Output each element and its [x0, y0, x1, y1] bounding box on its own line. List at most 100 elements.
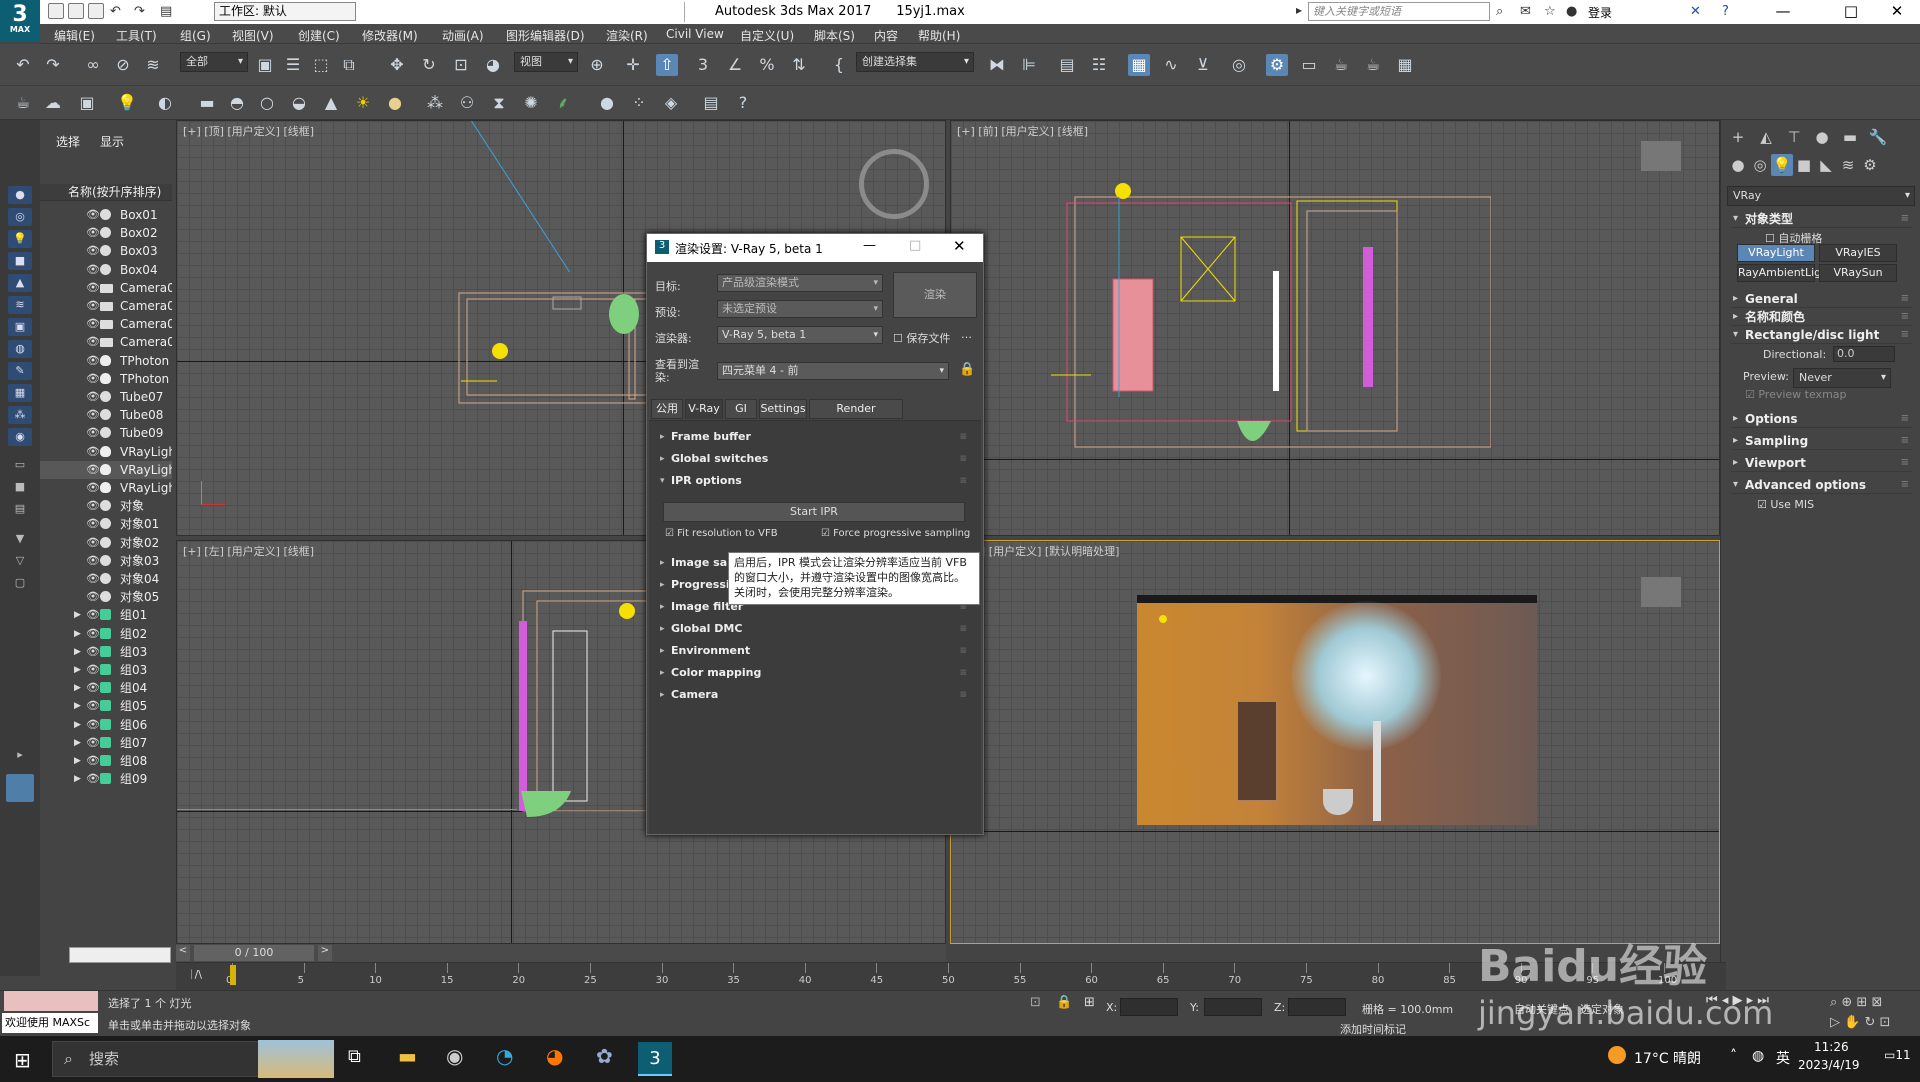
- expand-triangle-icon[interactable]: ▶: [74, 606, 81, 624]
- viewport-layout-icon[interactable]: [6, 774, 34, 802]
- display-helpers-icon[interactable]: ▲: [8, 274, 32, 292]
- create-tab-icon[interactable]: +: [1727, 126, 1749, 148]
- tab-gi[interactable]: GI: [725, 399, 757, 419]
- filter-icon[interactable]: ▼: [8, 530, 32, 548]
- spacewarps-icon[interactable]: ≋: [1837, 154, 1859, 176]
- scene-group-item[interactable]: ▶ 👁 组08: [40, 752, 172, 770]
- pivot-center-icon[interactable]: ⊕: [586, 54, 608, 76]
- scene-item[interactable]: 👁 Camera0: [40, 315, 172, 333]
- scale-icon[interactable]: ⊡: [450, 54, 472, 76]
- unlink-icon[interactable]: ⊘: [112, 54, 134, 76]
- display-containers-icon[interactable]: ▦: [8, 384, 32, 402]
- display-tab-icon[interactable]: ▬: [1839, 126, 1861, 148]
- display-none-icon[interactable]: ▭: [8, 456, 32, 474]
- scene-group-item[interactable]: ▶ 👁 组04: [40, 679, 172, 697]
- menu-edit[interactable]: 编辑(E): [54, 27, 95, 44]
- weather-icon[interactable]: [1608, 1046, 1626, 1064]
- section-color-mapping[interactable]: Color mapping: [655, 664, 973, 682]
- signin-link[interactable]: 登录: [1588, 4, 1612, 21]
- user-icon[interactable]: ●: [1566, 4, 1577, 19]
- menu-scripting[interactable]: 脚本(S): [814, 27, 855, 44]
- scene-group-item[interactable]: ▶ 👁 组01: [40, 606, 172, 624]
- rotate-icon[interactable]: ↻: [418, 54, 440, 76]
- use-mis-checkbox[interactable]: ☑ Use MIS: [1757, 498, 1814, 511]
- name-column-header[interactable]: 名称(按升序排序): [40, 184, 172, 201]
- view-dropdown[interactable]: 四元菜单 4 - 前: [717, 362, 949, 380]
- save-file-icon[interactable]: [88, 3, 104, 19]
- viewcube-icon[interactable]: [1641, 141, 1681, 171]
- tab-render-elements[interactable]: Render Elements: [809, 399, 903, 433]
- viewport-perspective[interactable]: ] [用户定义] [默认明暗处理]: [950, 540, 1720, 944]
- file-explorer-icon[interactable]: ▬: [398, 1044, 417, 1068]
- scene-item[interactable]: 👁 对象: [40, 497, 172, 515]
- isolate-icon[interactable]: ⊡: [1030, 995, 1041, 1010]
- help-icon[interactable]: ?: [1722, 4, 1729, 19]
- shapes-icon[interactable]: ◎: [1749, 154, 1771, 176]
- vray-camera-icon[interactable]: ◐: [154, 92, 176, 114]
- reference-coord-dropdown[interactable]: 视图: [514, 52, 578, 72]
- vraylight-button[interactable]: VRayLight: [1737, 244, 1815, 262]
- visibility-eye-icon[interactable]: 👁: [86, 443, 100, 461]
- selection-filter-dropdown[interactable]: 全部: [180, 52, 248, 72]
- visibility-eye-icon[interactable]: 👁: [86, 461, 100, 479]
- curve-toggle-icon[interactable]: ᛁ/\: [188, 968, 202, 981]
- visibility-eye-icon[interactable]: 👁: [86, 661, 100, 679]
- renderer-dropdown[interactable]: V-Ray 5, beta 1: [717, 326, 883, 344]
- x-coord-field[interactable]: [1120, 998, 1178, 1016]
- dialog-minimize-button[interactable]: —: [863, 238, 876, 253]
- vray-light-lister-icon[interactable]: 💡: [116, 92, 138, 114]
- scene-group-item[interactable]: ▶ 👁 组02: [40, 625, 172, 643]
- max-logo-icon[interactable]: 3 MAX: [0, 0, 40, 42]
- display-shapes-icon[interactable]: ◎: [8, 208, 32, 226]
- maxscript-listener[interactable]: [4, 991, 98, 1011]
- dialog-maximize-button[interactable]: □: [909, 238, 921, 253]
- rollup-name-color[interactable]: 名称和颜色: [1731, 308, 1913, 326]
- scene-group-item[interactable]: ▶ 👁 组03: [40, 643, 172, 661]
- scene-group-item[interactable]: ▶ 👁 组07: [40, 734, 172, 752]
- vray-fur-icon[interactable]: ⁂: [424, 92, 446, 114]
- display-geometry-icon[interactable]: ●: [8, 186, 32, 204]
- rollup-advanced[interactable]: Advanced options: [1731, 476, 1913, 494]
- visibility-eye-icon[interactable]: 👁: [86, 534, 100, 552]
- preview-texmap-checkbox[interactable]: ☑ Preview texmap: [1745, 388, 1847, 401]
- save-file-checkbox[interactable]: ☐ 保存文件: [893, 330, 950, 346]
- scene-group-item[interactable]: ▶ 👁 组05: [40, 697, 172, 715]
- expand-arrow-icon[interactable]: ▸: [8, 746, 32, 764]
- visibility-eye-icon[interactable]: 👁: [86, 261, 100, 279]
- menu-group[interactable]: 组(G): [180, 27, 211, 44]
- vray-cloud-icon[interactable]: ☁: [42, 92, 64, 114]
- display-all-icon[interactable]: ◉: [8, 428, 32, 446]
- tab-vray[interactable]: V-Ray: [685, 399, 723, 419]
- add-time-tag[interactable]: 添加时间标记: [1340, 1021, 1406, 1037]
- save-file-browse-icon[interactable]: …: [961, 328, 972, 341]
- vray-sphere-light-icon[interactable]: ○: [256, 92, 278, 114]
- viewport-label[interactable]: [+] [左] [用户定义] [线框]: [183, 543, 314, 559]
- notification-icon[interactable]: ▭11: [1884, 1048, 1911, 1062]
- scene-item[interactable]: 👁 Tube08: [40, 406, 172, 424]
- viewport-label[interactable]: [+] [顶] [用户定义] [线框]: [183, 123, 314, 139]
- workspace-dropdown[interactable]: 工作区: 默认: [214, 2, 356, 21]
- layer-explorer-icon[interactable]: ▤: [1056, 54, 1078, 76]
- sort-icon[interactable]: ▢: [8, 574, 32, 592]
- render-setup-icon[interactable]: ⚙: [1266, 54, 1288, 76]
- expand-triangle-icon[interactable]: ▶: [74, 770, 81, 788]
- scene-item[interactable]: 👁 Box02: [40, 224, 172, 242]
- undo-icon[interactable]: ↶: [12, 54, 34, 76]
- window-crossing-icon[interactable]: ⧉: [338, 54, 360, 76]
- visibility-eye-icon[interactable]: 👁: [86, 370, 100, 388]
- visibility-eye-icon[interactable]: 👁: [86, 770, 100, 788]
- scene-item[interactable]: 👁 Tube07: [40, 388, 172, 406]
- globe-icon[interactable]: ◍: [1752, 1048, 1764, 1064]
- vray-sun-icon[interactable]: ☀: [352, 92, 374, 114]
- visibility-eye-icon[interactable]: 👁: [86, 333, 100, 351]
- vray-mesh-light-icon[interactable]: ◒: [288, 92, 310, 114]
- link-icon[interactable]: ∞: [82, 54, 104, 76]
- rollup-viewport[interactable]: Viewport: [1731, 454, 1913, 472]
- scene-item[interactable]: 👁 TPhoton: [40, 352, 172, 370]
- target-dropdown[interactable]: 产品级渲染模式: [717, 274, 883, 292]
- render-button[interactable]: 渲染: [893, 272, 977, 318]
- visibility-eye-icon[interactable]: 👁: [86, 242, 100, 260]
- expand-triangle-icon[interactable]: ▶: [74, 697, 81, 715]
- time-slider-handle[interactable]: [230, 965, 236, 985]
- visibility-eye-icon[interactable]: 👁: [86, 479, 100, 497]
